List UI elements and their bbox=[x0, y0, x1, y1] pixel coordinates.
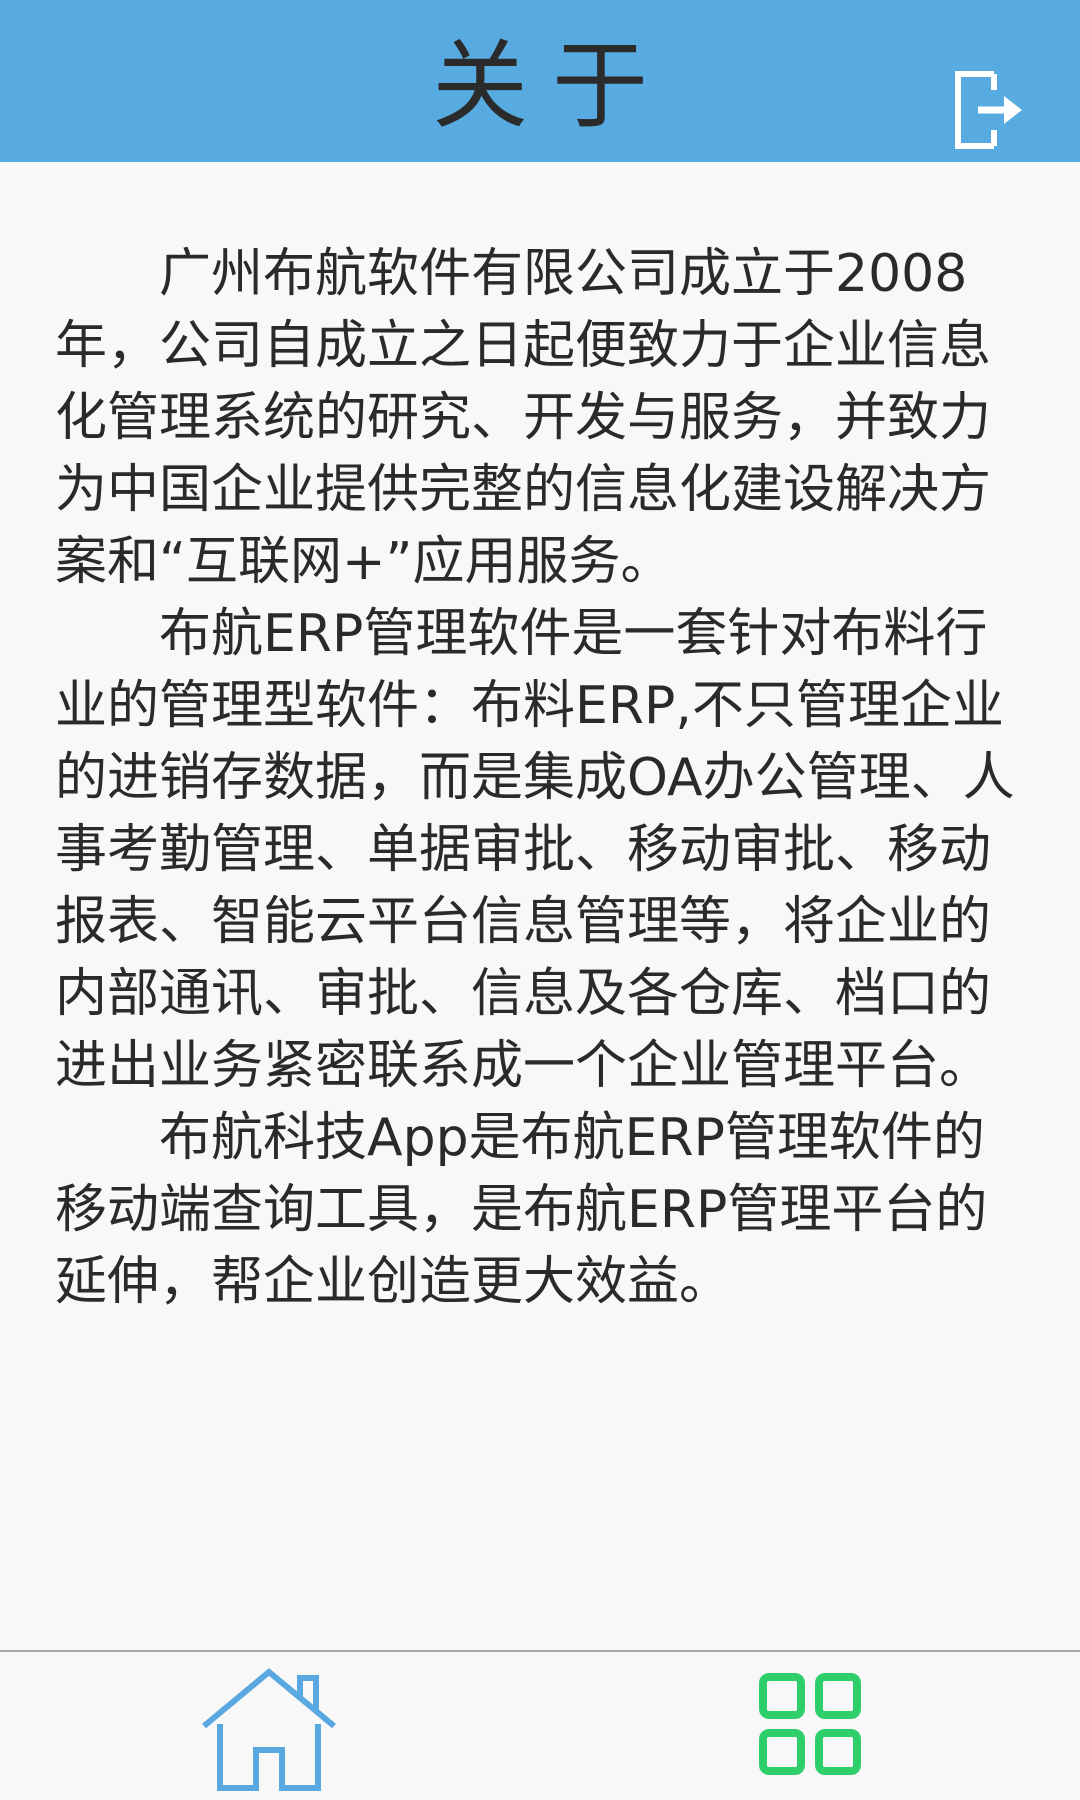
apps-grid-icon bbox=[759, 1673, 861, 1775]
about-text: 广州布航软件有限公司成立于2008年，公司自成立之日起便致力于企业信息化管理系统… bbox=[55, 238, 1035, 1318]
nav-home-tab[interactable] bbox=[198, 1664, 340, 1792]
bottom-nav bbox=[0, 1650, 1080, 1800]
nav-apps-tab[interactable] bbox=[758, 1672, 862, 1776]
about-paragraph-2: 布航ERP管理软件是一套针对布料行业的管理型软件：布料ERP,不只管理企业的进销… bbox=[55, 604, 1015, 1096]
header-bar: 关于 bbox=[0, 0, 1080, 162]
about-paragraph-3: 布航科技App是布航ERP管理软件的移动端查询工具，是布航ERP管理平台的延伸，… bbox=[55, 1108, 988, 1312]
page-title: 关于 bbox=[432, 30, 672, 142]
logout-icon bbox=[955, 71, 1022, 149]
about-paragraph-1: 广州布航软件有限公司成立于2008年，公司自成立之日起便致力于企业信息化管理系统… bbox=[55, 244, 992, 592]
logout-button[interactable] bbox=[952, 68, 1030, 152]
home-icon bbox=[202, 1668, 336, 1791]
about-screen: 关于 广州布航软件有限公司成立于2008年，公司自成立之日起便致力于企业信息化管… bbox=[0, 0, 1080, 1800]
